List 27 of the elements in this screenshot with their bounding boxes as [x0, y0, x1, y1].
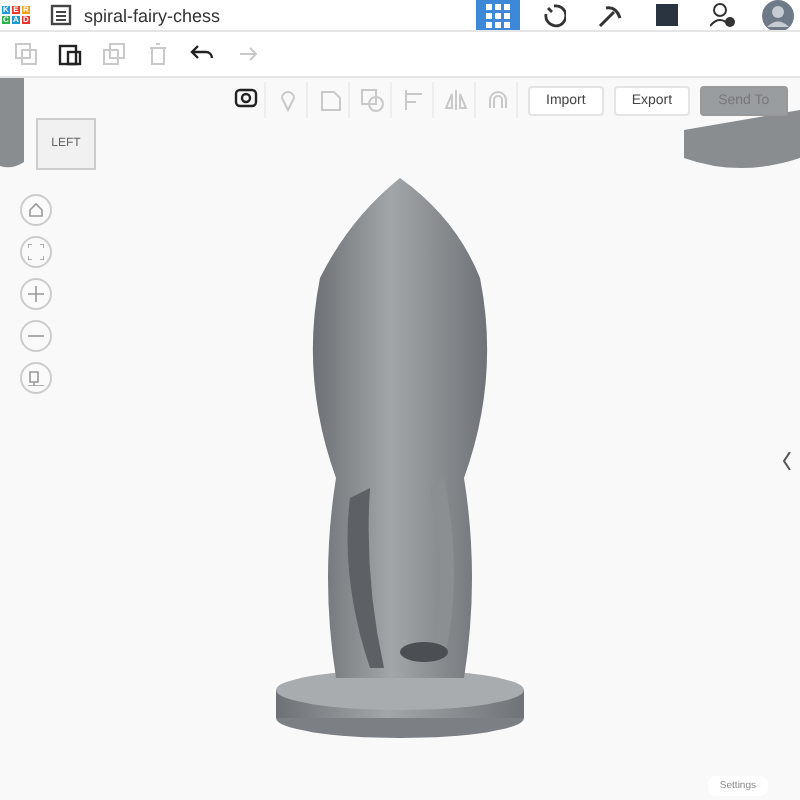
zoom-in-icon	[28, 286, 44, 302]
paste-icon	[58, 42, 82, 66]
view-control-button[interactable]	[20, 278, 52, 310]
delete-icon	[146, 42, 170, 66]
view-control-button[interactable]	[20, 362, 52, 394]
shape-icon	[318, 88, 342, 112]
home-icon	[28, 202, 44, 218]
duplicate-icon	[102, 42, 126, 66]
align-icon	[402, 88, 426, 112]
avatar-icon	[762, 0, 794, 31]
list-icon[interactable]	[50, 4, 72, 26]
perspective-icon	[28, 370, 44, 386]
view-control-button[interactable]	[20, 236, 52, 268]
loop-icon	[542, 3, 566, 27]
add-user-icon	[709, 2, 735, 28]
pin-icon	[276, 88, 300, 112]
redo-icon	[234, 42, 258, 66]
view-control-button[interactable]	[20, 194, 52, 226]
overlap-icon	[360, 88, 384, 112]
magnet-icon	[486, 88, 510, 112]
document-title[interactable]: spiral-fairy-chess	[84, 5, 221, 25]
fit-view-icon	[28, 244, 44, 260]
square-icon	[655, 4, 677, 26]
copy-icon	[14, 42, 38, 66]
pickaxe-icon	[598, 3, 622, 27]
mirror-icon	[444, 88, 468, 112]
view-control-button[interactable]	[20, 320, 52, 352]
